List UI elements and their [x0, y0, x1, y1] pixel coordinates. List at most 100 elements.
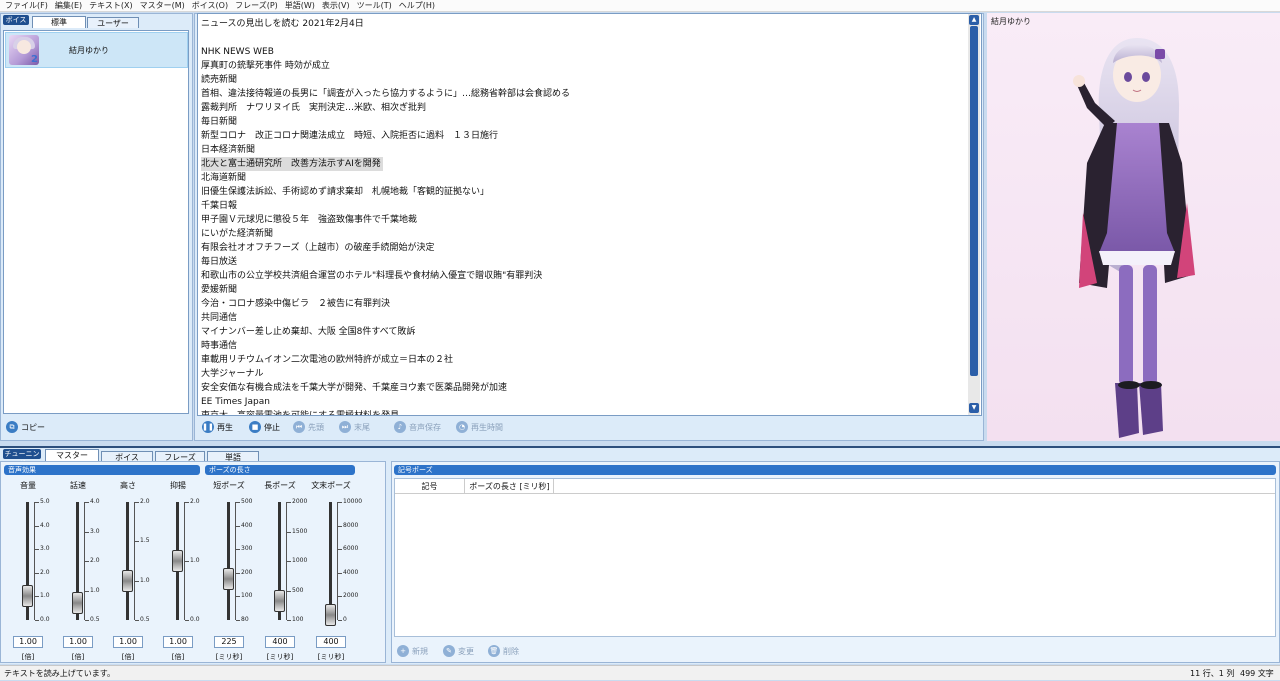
delete-button[interactable]: 🗑 削除: [488, 645, 519, 657]
tick-label: 4.0: [90, 498, 100, 505]
slider-value-input[interactable]: 1.00: [113, 636, 143, 648]
tick-label: 1500: [292, 528, 308, 535]
text-line: 首相、違法接待報道の長男に「調査が入ったら協力するように」…総務省幹部は会食認め…: [201, 87, 966, 101]
slider-unit: [倍]: [171, 653, 185, 661]
play-button[interactable]: ❚❚ 再生: [202, 421, 233, 433]
stop-button[interactable]: ■ 停止: [249, 421, 280, 433]
slider-knob[interactable]: [22, 585, 33, 608]
tick-label: 2000: [343, 592, 359, 599]
text-line-content: 千葉日報: [201, 201, 238, 211]
tab-master[interactable]: マスター: [45, 449, 99, 461]
scroll-up-icon[interactable]: ▲: [969, 15, 979, 25]
sound-effects-header: 音声効果: [4, 465, 200, 475]
text-line: 車載用リチウムイオン二次電池の欧州特許が成立＝日本の２社: [201, 353, 966, 367]
text-line-content: ニュースの見出しを読む 2021年2月4日: [201, 19, 364, 29]
slider-track[interactable]: [227, 502, 230, 620]
text-line: 安全安価な有機合成法を千葉大学が開発、千葉産ヨウ素で医薬品開発が加速: [201, 381, 966, 395]
head-label: 先頭: [308, 422, 324, 432]
new-label: 新規: [412, 646, 428, 656]
new-button[interactable]: + 新規: [397, 645, 428, 657]
slider-value-input[interactable]: 400: [265, 636, 295, 648]
slider-ticks: [235, 502, 241, 621]
text-line-content: 厚真町の銃撃死事件 時効が成立: [201, 61, 330, 71]
slider-track[interactable]: [329, 502, 332, 620]
text-line: 和歌山市の公立学校共済組合運営のホテル"料理長や食材納入優宣で贈収賄"有罪判決: [201, 269, 966, 283]
slider-knob[interactable]: [325, 604, 336, 627]
editor-scrollbar[interactable]: ▲ ▼: [968, 14, 980, 415]
tick-label: 200: [241, 569, 253, 576]
menu-item-2[interactable]: テキスト(X): [87, 0, 137, 11]
copy-button[interactable]: ⧉ コピー: [6, 421, 45, 433]
slider-knob[interactable]: [223, 568, 234, 591]
character-illustration: [1073, 38, 1195, 438]
tab-standard[interactable]: 標準: [32, 16, 86, 28]
menu-item-7[interactable]: 表示(V): [320, 0, 355, 11]
menu-item-8[interactable]: ツール(T): [355, 0, 397, 11]
skip-forward-icon: ⏭: [339, 421, 351, 433]
slider-ticks: [184, 502, 190, 621]
tail-button[interactable]: ⏭ 末尾: [339, 421, 370, 433]
slider-value-input[interactable]: 225: [214, 636, 244, 648]
text-line: 日本経済新聞: [201, 143, 966, 157]
pause-icon: ❚❚: [202, 421, 214, 433]
tab-user[interactable]: ユーザー: [87, 17, 139, 28]
slider-pause_length-0: 短ポーズ 500 400 300 200 100 80: [205, 480, 253, 680]
slider-value-input[interactable]: 1.00: [163, 636, 193, 648]
text-line: 大学ジャーナル: [201, 367, 966, 381]
menu-item-3[interactable]: マスター(M): [138, 0, 190, 11]
text-line: [201, 31, 966, 45]
tick-label: 1.0: [190, 557, 200, 564]
tick-label: 80: [241, 616, 249, 623]
slider-ticks: [286, 502, 292, 621]
text-line: EE Times Japan: [201, 395, 966, 409]
slider-knob[interactable]: [122, 569, 133, 592]
save-audio-button[interactable]: ♪ 音声保存: [394, 421, 441, 433]
scroll-down-icon[interactable]: ▼: [969, 403, 979, 413]
voice-list-item[interactable]: 2 結月ゆかり: [5, 32, 188, 68]
slider-ticks: [34, 502, 40, 621]
play-time-button[interactable]: ◔ 再生時間: [456, 421, 503, 433]
column-header-symbol[interactable]: 記号: [395, 479, 465, 494]
slider-knob[interactable]: [274, 590, 285, 613]
menu-item-6[interactable]: 単語(W): [283, 0, 320, 11]
text-lines: ニュースの見出しを読む 2021年2月4日 NHK NEWS WEB 厚真町の銃撃死…: [201, 17, 966, 415]
text-line: 北海道新聞: [201, 171, 966, 185]
head-button[interactable]: ⏮ 先頭: [293, 421, 324, 433]
menu-item-5[interactable]: フレーズ(P): [233, 0, 283, 11]
tick-label: 100: [292, 616, 304, 623]
slider-knob[interactable]: [172, 550, 183, 572]
tick-label: 4.0: [40, 522, 50, 529]
slider-ticks: [337, 502, 343, 621]
scrollbar-thumb[interactable]: [970, 26, 978, 376]
column-header-pause[interactable]: ポーズの長さ [ミリ秒]: [466, 479, 554, 494]
text-line-content: 安全安価な有機合成法を千葉大学が開発、千葉産ヨウ素で医薬品開発が加速: [201, 383, 508, 393]
slider-pause_length-1: 長ポーズ 2000 1500 1000 500 100: [256, 480, 308, 680]
tick-label: 2.0: [140, 498, 150, 505]
slider-value-input[interactable]: 400: [316, 636, 346, 648]
slider-unit: [ミリ秒]: [266, 653, 294, 661]
menu-item-9[interactable]: ヘルプ(H): [397, 0, 440, 11]
menu-item-4[interactable]: ボイス(O): [190, 0, 233, 11]
text-line: にいがた経済新聞: [201, 227, 966, 241]
tick-label: 1.0: [40, 592, 50, 599]
menu-item-0[interactable]: ファイル(F): [3, 0, 53, 11]
text-line-content: 読売新聞: [201, 75, 238, 85]
menu-item-1[interactable]: 編集(E): [53, 0, 87, 11]
text-line: NHK NEWS WEB: [201, 45, 966, 59]
slider-value-input[interactable]: 1.00: [63, 636, 93, 648]
voice-list: 2 結月ゆかり: [3, 30, 189, 414]
slider-track[interactable]: [126, 502, 129, 620]
slider-sound_effects-3: 抑揚 2.0 1.0 0.0: [154, 480, 202, 680]
slider-knob[interactable]: [72, 592, 83, 615]
slider-unit: [倍]: [71, 653, 85, 661]
slider-unit: [ミリ秒]: [317, 653, 345, 661]
edit-button[interactable]: ✎ 変更: [443, 645, 474, 657]
new-icon: +: [397, 645, 409, 657]
text-line-content: 北海道新聞: [201, 173, 247, 183]
text-editor[interactable]: ニュースの見出しを読む 2021年2月4日 NHK NEWS WEB 厚真町の銃撃死…: [197, 13, 982, 416]
skip-back-icon: ⏮: [293, 421, 305, 433]
slider-value-input[interactable]: 1.00: [13, 636, 43, 648]
slider-label: 短ポーズ: [213, 481, 245, 490]
text-line-content: マイナンバー差し止め棄却、大阪 全国8件すべて敗訴: [201, 327, 416, 337]
stop-icon: ■: [249, 421, 261, 433]
